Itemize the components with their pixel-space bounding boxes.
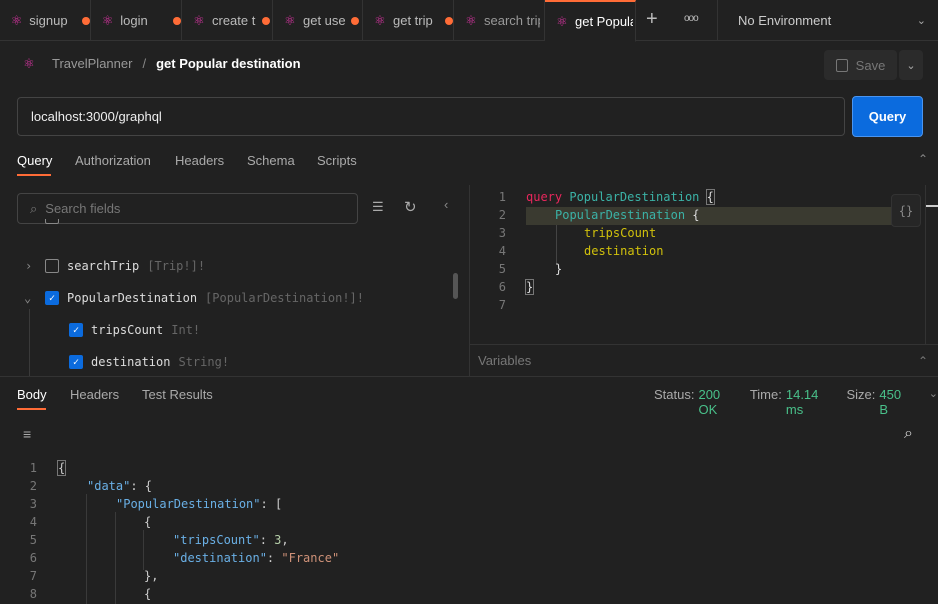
environment-select[interactable]: No Environment ⌄ [717, 0, 938, 41]
chevron-up-icon[interactable]: ⌃ [918, 354, 928, 368]
chevron-down-icon: ⌄ [916, 15, 926, 27]
collapse-panel-icon[interactable]: ‹ [444, 197, 448, 212]
chevron-right-icon[interactable]: › [25, 259, 45, 273]
new-tab-button[interactable]: + [646, 8, 658, 31]
refresh-icon[interactable]: ↻ [404, 198, 417, 216]
tab-authorization[interactable]: Authorization [75, 153, 151, 168]
tab-login[interactable]: ⚛ login [91, 0, 182, 41]
chevron-down-icon[interactable]: ⌄ [24, 291, 45, 305]
tab-response-headers[interactable]: Headers [70, 387, 119, 402]
tab-get-user[interactable]: ⚛ get use [273, 0, 363, 41]
tab-scripts[interactable]: Scripts [317, 153, 357, 168]
tab-headers[interactable]: Headers [175, 153, 224, 168]
more-tabs-button[interactable]: ooo [684, 13, 699, 24]
save-button[interactable]: Save [824, 50, 897, 80]
unsaved-dot [445, 16, 453, 25]
graphql-icon: ⚛ [284, 12, 296, 28]
response-meta: Status: 200 OK Time: 14.14 ms Size: 450 B ⌄ [654, 387, 938, 417]
field-row-tripsCount[interactable]: ✓ tripsCount Int! [0, 314, 460, 346]
schema-explorer: ⌕ Search fields ☰ ↻ ‹ › searchTrip [Trip!… [0, 185, 470, 376]
active-tab-indicator [17, 174, 51, 176]
tab-response-body[interactable]: Body [17, 387, 47, 402]
graphql-icon: ⚛ [10, 12, 23, 28]
unsaved-dot [82, 16, 90, 25]
page-title: get Popular destination [156, 56, 301, 71]
save-options-button[interactable]: ⌄ [899, 50, 923, 80]
graphql-icon: ⚛ [374, 12, 386, 28]
tab-schema[interactable]: Schema [247, 153, 295, 168]
unsaved-dot [262, 16, 270, 25]
search-icon[interactable]: ⌕ [904, 425, 913, 443]
wrap-lines-icon[interactable]: ≡ [23, 426, 31, 442]
unsaved-dot [173, 16, 181, 25]
breadcrumb: ⚛ TravelPlanner / get Popular destinatio… [23, 55, 301, 71]
tab-create[interactable]: ⚛ create t [182, 0, 273, 41]
graphql-icon: ⚛ [465, 12, 477, 28]
response-body[interactable]: 1 2 3 4 5 6 7 8 { "data": { "PopularDest… [0, 458, 938, 604]
graphql-icon: ⚛ [556, 13, 568, 29]
tab-search-trip[interactable]: ⚛ search trip [454, 0, 545, 41]
variables-section[interactable]: Variables ⌃ [470, 344, 938, 376]
collapse-icon[interactable]: ⌃ [918, 152, 928, 166]
clear-format-icon[interactable]: ☰ [372, 199, 384, 215]
tab-test-results[interactable]: Test Results [142, 387, 213, 402]
chevron-down-icon[interactable]: ⌄ [929, 387, 938, 417]
field-row-destination[interactable]: ✓ destination String! [0, 346, 460, 376]
minimap-indicator [926, 205, 938, 207]
query-editor[interactable]: 1 2 3 4 5 6 7 query PopularDestination {… [470, 185, 938, 345]
graphql-icon: ⚛ [193, 12, 205, 28]
field-checkbox[interactable]: ✓ [45, 291, 59, 305]
query-button[interactable]: Query [852, 96, 923, 137]
tab-signup[interactable]: ⚛ signup [0, 0, 91, 41]
tab-bar: ⚛ signup ⚛ login ⚛ create t ⚛ get use ⚛ get t… [0, 0, 938, 42]
field-checkbox[interactable] [45, 259, 59, 273]
field-checkbox[interactable]: ✓ [69, 355, 83, 369]
tab-query[interactable]: Query [17, 153, 52, 168]
tab-get-trip[interactable]: ⚛ get trip [363, 0, 454, 41]
field-row-PopularDestination[interactable]: ⌄ ✓ PopularDestination [PopularDestinati… [0, 282, 460, 314]
unsaved-dot [351, 16, 359, 25]
save-icon [835, 58, 848, 72]
graphql-icon: ⚛ [23, 55, 35, 71]
graphql-icon: ⚛ [101, 12, 114, 28]
status-badge[interactable]: 200 OK [698, 387, 741, 417]
url-input[interactable]: localhost:3000/graphql [17, 97, 845, 136]
tab-get-popular-destination[interactable]: ⚛get Popular destination [545, 0, 636, 42]
breadcrumb-collection[interactable]: TravelPlanner [52, 56, 132, 71]
field-checkbox[interactable]: ✓ [69, 323, 83, 337]
field-row-searchTrip[interactable]: › searchTrip [Trip!]! [0, 250, 460, 282]
search-icon: ⌕ [30, 200, 38, 216]
prettify-button[interactable]: {} [891, 194, 921, 227]
